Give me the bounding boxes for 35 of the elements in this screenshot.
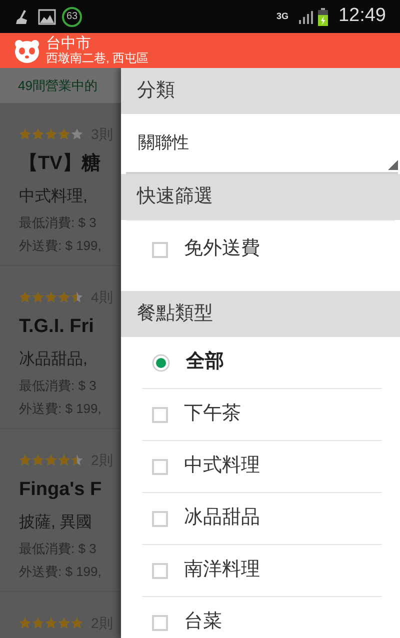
- checkbox[interactable]: [152, 406, 168, 422]
- section-header: 快速篩選: [137, 184, 213, 209]
- animal-head-logo-icon: [14, 38, 40, 64]
- option-label: 台菜: [184, 610, 222, 634]
- checkbox[interactable]: [152, 510, 168, 526]
- checkbox[interactable]: [152, 242, 168, 258]
- image-icon: [38, 8, 56, 24]
- cuisine-text: 披薩, 異國: [19, 512, 93, 532]
- restaurant-name: Finga's F: [19, 478, 103, 502]
- option-label: 冰品甜品: [184, 506, 260, 530]
- checkbox[interactable]: [152, 562, 168, 578]
- restaurant-name: 【TV】糖: [19, 152, 102, 176]
- battery-icon: [318, 8, 328, 26]
- restaurant-name: T.G.I. Fri: [19, 315, 95, 339]
- cuisine-text: 冰品甜品,: [19, 350, 88, 370]
- signal-icon: [298, 8, 314, 24]
- clock-time: 12:49: [338, 4, 386, 28]
- section-header: 餐點類型: [137, 302, 213, 326]
- option-label: 全部: [186, 350, 224, 374]
- network-type: 3G: [276, 10, 288, 23]
- option-label: 南洋料理: [184, 558, 260, 582]
- checkbox[interactable]: [152, 614, 168, 630]
- option-label: 免外送費: [184, 237, 260, 262]
- radio-button[interactable]: [152, 354, 170, 372]
- location-subtitle: 西墩南二巷, 西屯區: [46, 52, 149, 66]
- list-header-text: 49間營業中的: [18, 76, 98, 95]
- section-header: 分類: [137, 78, 175, 103]
- battery-saver-badge: 63: [62, 6, 82, 26]
- checkbox[interactable]: [152, 458, 168, 474]
- option-label: 中式料理: [184, 454, 260, 478]
- location-title: 台中市: [46, 36, 92, 52]
- dropdown-corner-icon: [388, 160, 398, 170]
- option-label: 下午茶: [184, 402, 241, 426]
- broom-icon: [14, 8, 30, 24]
- cuisine-text: 中式料理,: [19, 186, 88, 206]
